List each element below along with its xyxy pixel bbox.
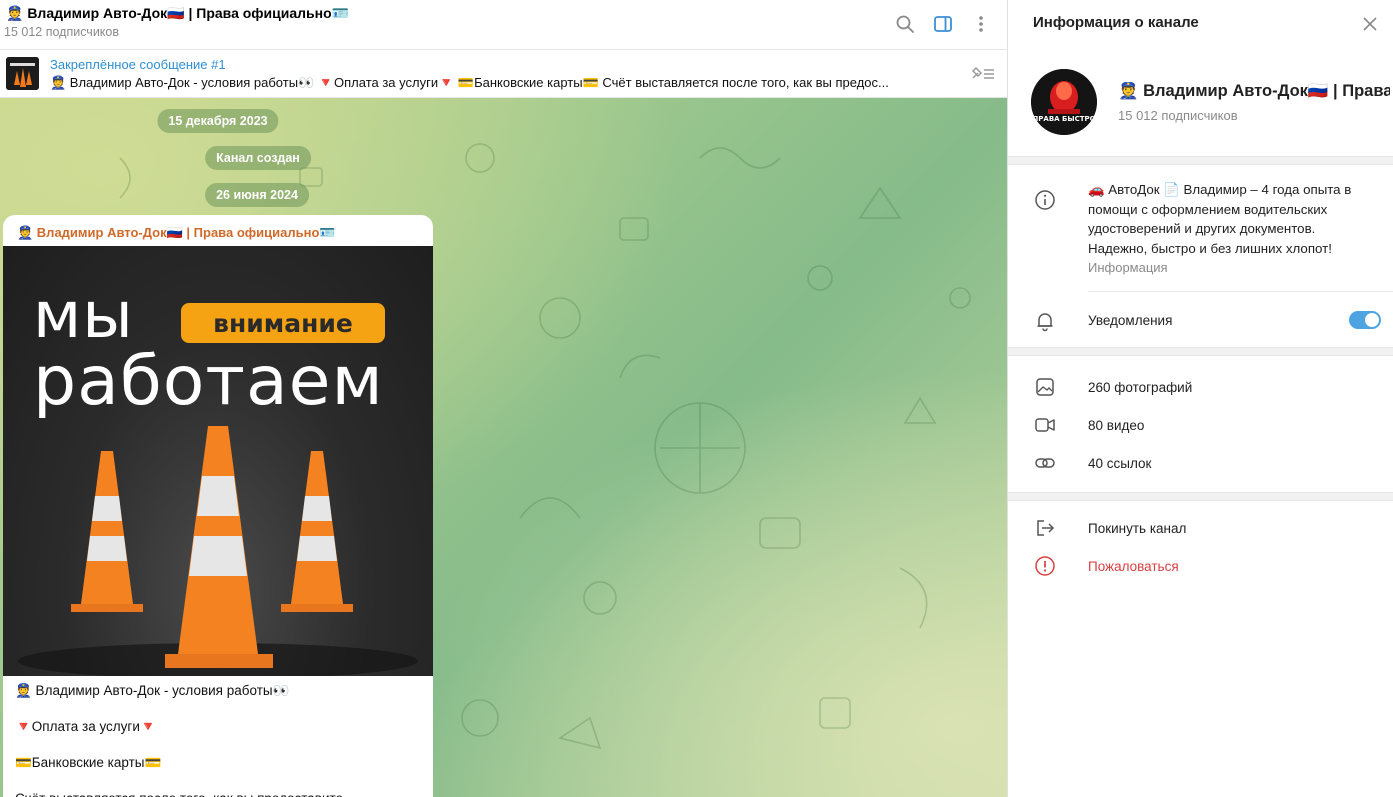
video-icon	[1033, 413, 1057, 437]
close-panel-button[interactable]	[1354, 8, 1386, 40]
pinned-message-bar[interactable]: Закреплённое сообщение #1 👮 Владимир Авт…	[0, 50, 1007, 98]
leave-channel-button[interactable]: Покинуть канал	[1088, 521, 1186, 536]
post-body[interactable]: 👮 Владимир Авто-Док - условия работы👀 🔻О…	[15, 677, 425, 797]
post-line: 👮 Владимир Авто-Док - условия работы👀	[15, 683, 290, 698]
channel-description: 🚗 АвтоДок 📄 Владимир – 4 года опыта в по…	[1088, 182, 1352, 256]
channel-info-panel: Информация о канале ПРАВА БЫСТРО 👮 Влади…	[1007, 0, 1393, 797]
report-button[interactable]: Пожаловаться	[1088, 559, 1179, 574]
date-separator: 15 декабря 2023	[157, 109, 279, 133]
search-button[interactable]	[889, 8, 921, 40]
chat-title[interactable]: 👮 Владимир Авто-Док🇷🇺 | Права официально…	[6, 5, 349, 22]
chat-subscribers: 15 012 подписчиков	[4, 25, 120, 39]
service-message: Канал создан	[205, 146, 311, 170]
pinned-title: Закреплённое сообщение #1	[50, 57, 226, 72]
divider	[1088, 291, 1393, 292]
post-line: 🔻Оплата за услуги🔻	[15, 719, 157, 734]
section-divider	[1008, 347, 1393, 356]
post-line: Счёт выставляется после того, как вы пре…	[15, 785, 425, 797]
section-divider	[1008, 492, 1393, 501]
header-actions	[889, 8, 997, 40]
notifications-label: Уведомления	[1088, 313, 1173, 328]
image-text-line2: работаем	[33, 342, 384, 421]
media-videos-link[interactable]: 80 видео	[1088, 418, 1144, 433]
description-caption: Информация	[1088, 260, 1168, 275]
toggle-knob	[1365, 313, 1379, 327]
more-vertical-icon	[979, 16, 983, 32]
chat-header[interactable]: 👮 Владимир Авто-Док🇷🇺 | Права официально…	[0, 0, 1007, 50]
unpin-icon	[971, 66, 994, 79]
panel-title: Информация о канале	[1033, 14, 1199, 31]
photo-icon	[1033, 375, 1057, 399]
section-divider	[1008, 156, 1393, 165]
channel-avatar[interactable]: ПРАВА БЫСТРО	[1031, 69, 1097, 135]
chat-area: 👮 Владимир Авто-Док🇷🇺 | Права официально…	[0, 0, 1007, 797]
close-icon	[1363, 17, 1377, 31]
channel-subscribers: 15 012 подписчиков	[1118, 108, 1238, 123]
notifications-toggle[interactable]	[1349, 311, 1381, 329]
link-icon	[1033, 451, 1057, 475]
unpin-button[interactable]	[967, 62, 999, 86]
post-author[interactable]: 👮 Владимир Авто-Док🇷🇺 | Права официально…	[17, 225, 336, 241]
leave-icon	[1033, 516, 1057, 540]
sidebar-toggle-icon	[934, 16, 952, 32]
media-links-link[interactable]: 40 ссылок	[1088, 456, 1151, 471]
image-badge: внимание	[181, 303, 385, 343]
image-text-line1: мы	[33, 279, 134, 353]
date-separator: 26 июня 2024	[205, 183, 309, 207]
sidebar-toggle-button[interactable]	[927, 8, 959, 40]
post-line: 💳Банковские карты💳	[15, 755, 162, 770]
report-icon	[1033, 554, 1057, 578]
bell-icon	[1033, 309, 1057, 333]
pinned-thumbnail	[6, 57, 39, 90]
pinned-preview: 👮 Владимир Авто-Док - условия работы👀 🔻О…	[50, 75, 889, 90]
panel-header: Информация о канале	[1008, 0, 1393, 44]
channel-name: 👮 Владимир Авто-Док🇷🇺 | Права официально…	[1118, 82, 1390, 100]
post-image[interactable]: мы внимание работаем	[3, 246, 433, 676]
traffic-cones-illustration	[18, 426, 418, 676]
media-photos-link[interactable]: 260 фотографий	[1088, 380, 1192, 395]
search-icon	[896, 15, 914, 33]
channel-post[interactable]: 👮 Владимир Авто-Док🇷🇺 | Права официально…	[3, 215, 433, 797]
more-button[interactable]	[965, 8, 997, 40]
avatar-caption: ПРАВА БЫСТРО	[1032, 115, 1095, 123]
info-icon	[1033, 188, 1057, 212]
